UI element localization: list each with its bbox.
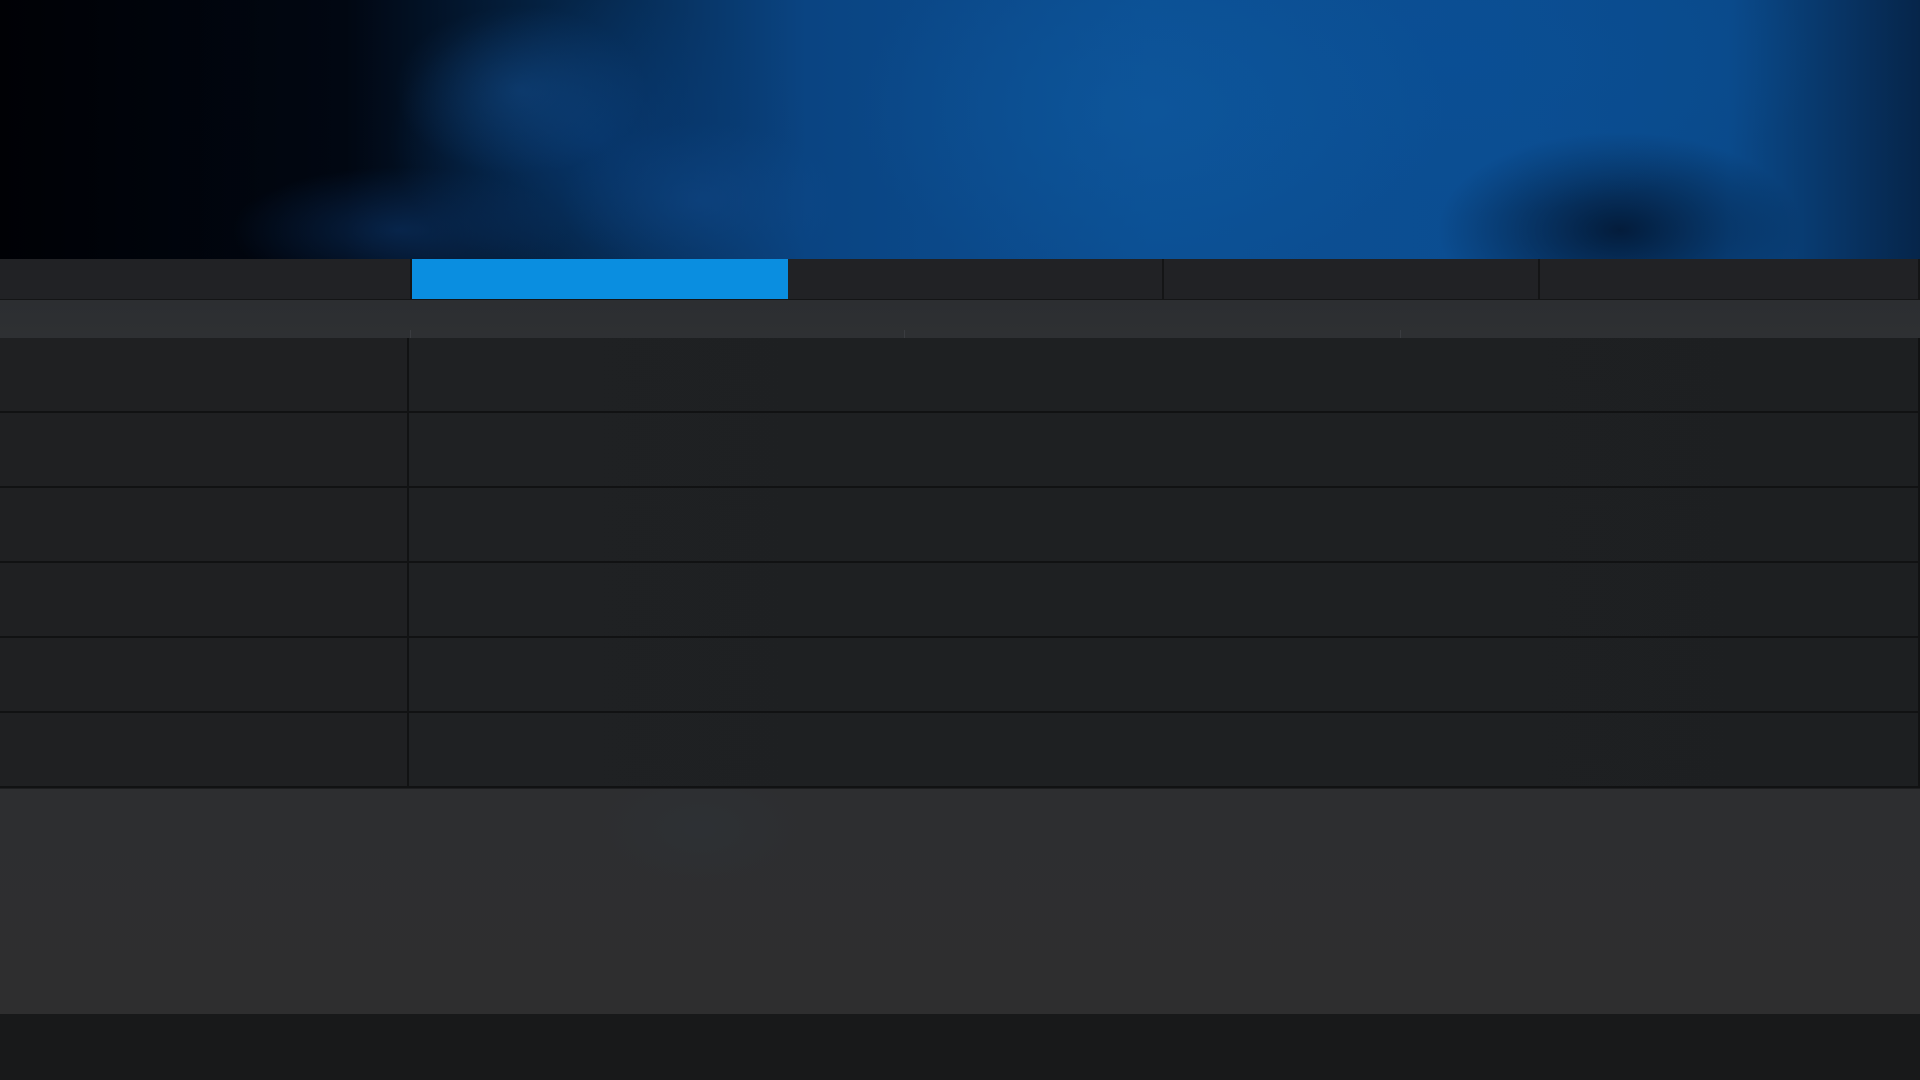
tab-1[interactable]	[0, 259, 412, 299]
settings-list	[0, 338, 1920, 788]
column-header-2[interactable]	[410, 300, 904, 338]
row-2-name	[0, 413, 409, 486]
list-row[interactable]	[0, 638, 1920, 713]
list-row[interactable]	[0, 338, 1920, 413]
row-6-value[interactable]	[409, 713, 1920, 786]
list-row[interactable]	[0, 488, 1920, 563]
tab-bar	[0, 259, 1920, 300]
list-row[interactable]	[0, 413, 1920, 488]
row-1-value[interactable]	[409, 338, 1920, 411]
row-3-name	[0, 488, 409, 561]
row-5-name	[0, 638, 409, 711]
list-row[interactable]	[0, 563, 1920, 638]
tab-2[interactable]	[412, 259, 788, 299]
tab-4[interactable]	[1164, 259, 1540, 299]
column-header-1[interactable]	[0, 300, 410, 338]
column-divider	[1400, 330, 1401, 338]
row-4-name	[0, 563, 409, 636]
column-header	[0, 300, 1920, 338]
app-window	[0, 0, 1920, 1080]
row-4-value[interactable]	[409, 563, 1920, 636]
banner-haze	[0, 0, 1920, 259]
column-divider	[410, 330, 411, 338]
column-header-4[interactable]	[1400, 300, 1920, 338]
row-6-name	[0, 713, 409, 786]
list-row[interactable]	[0, 713, 1920, 788]
tab-3[interactable]	[788, 259, 1164, 299]
row-2-value[interactable]	[409, 413, 1920, 486]
footer-bar	[0, 1014, 1920, 1080]
row-1-name	[0, 338, 409, 411]
detail-panel	[0, 789, 1920, 1014]
tab-5[interactable]	[1540, 259, 1920, 299]
column-header-3[interactable]	[904, 300, 1400, 338]
row-3-value[interactable]	[409, 488, 1920, 561]
column-divider	[904, 330, 905, 338]
row-5-value[interactable]	[409, 638, 1920, 711]
header-banner	[0, 0, 1920, 259]
